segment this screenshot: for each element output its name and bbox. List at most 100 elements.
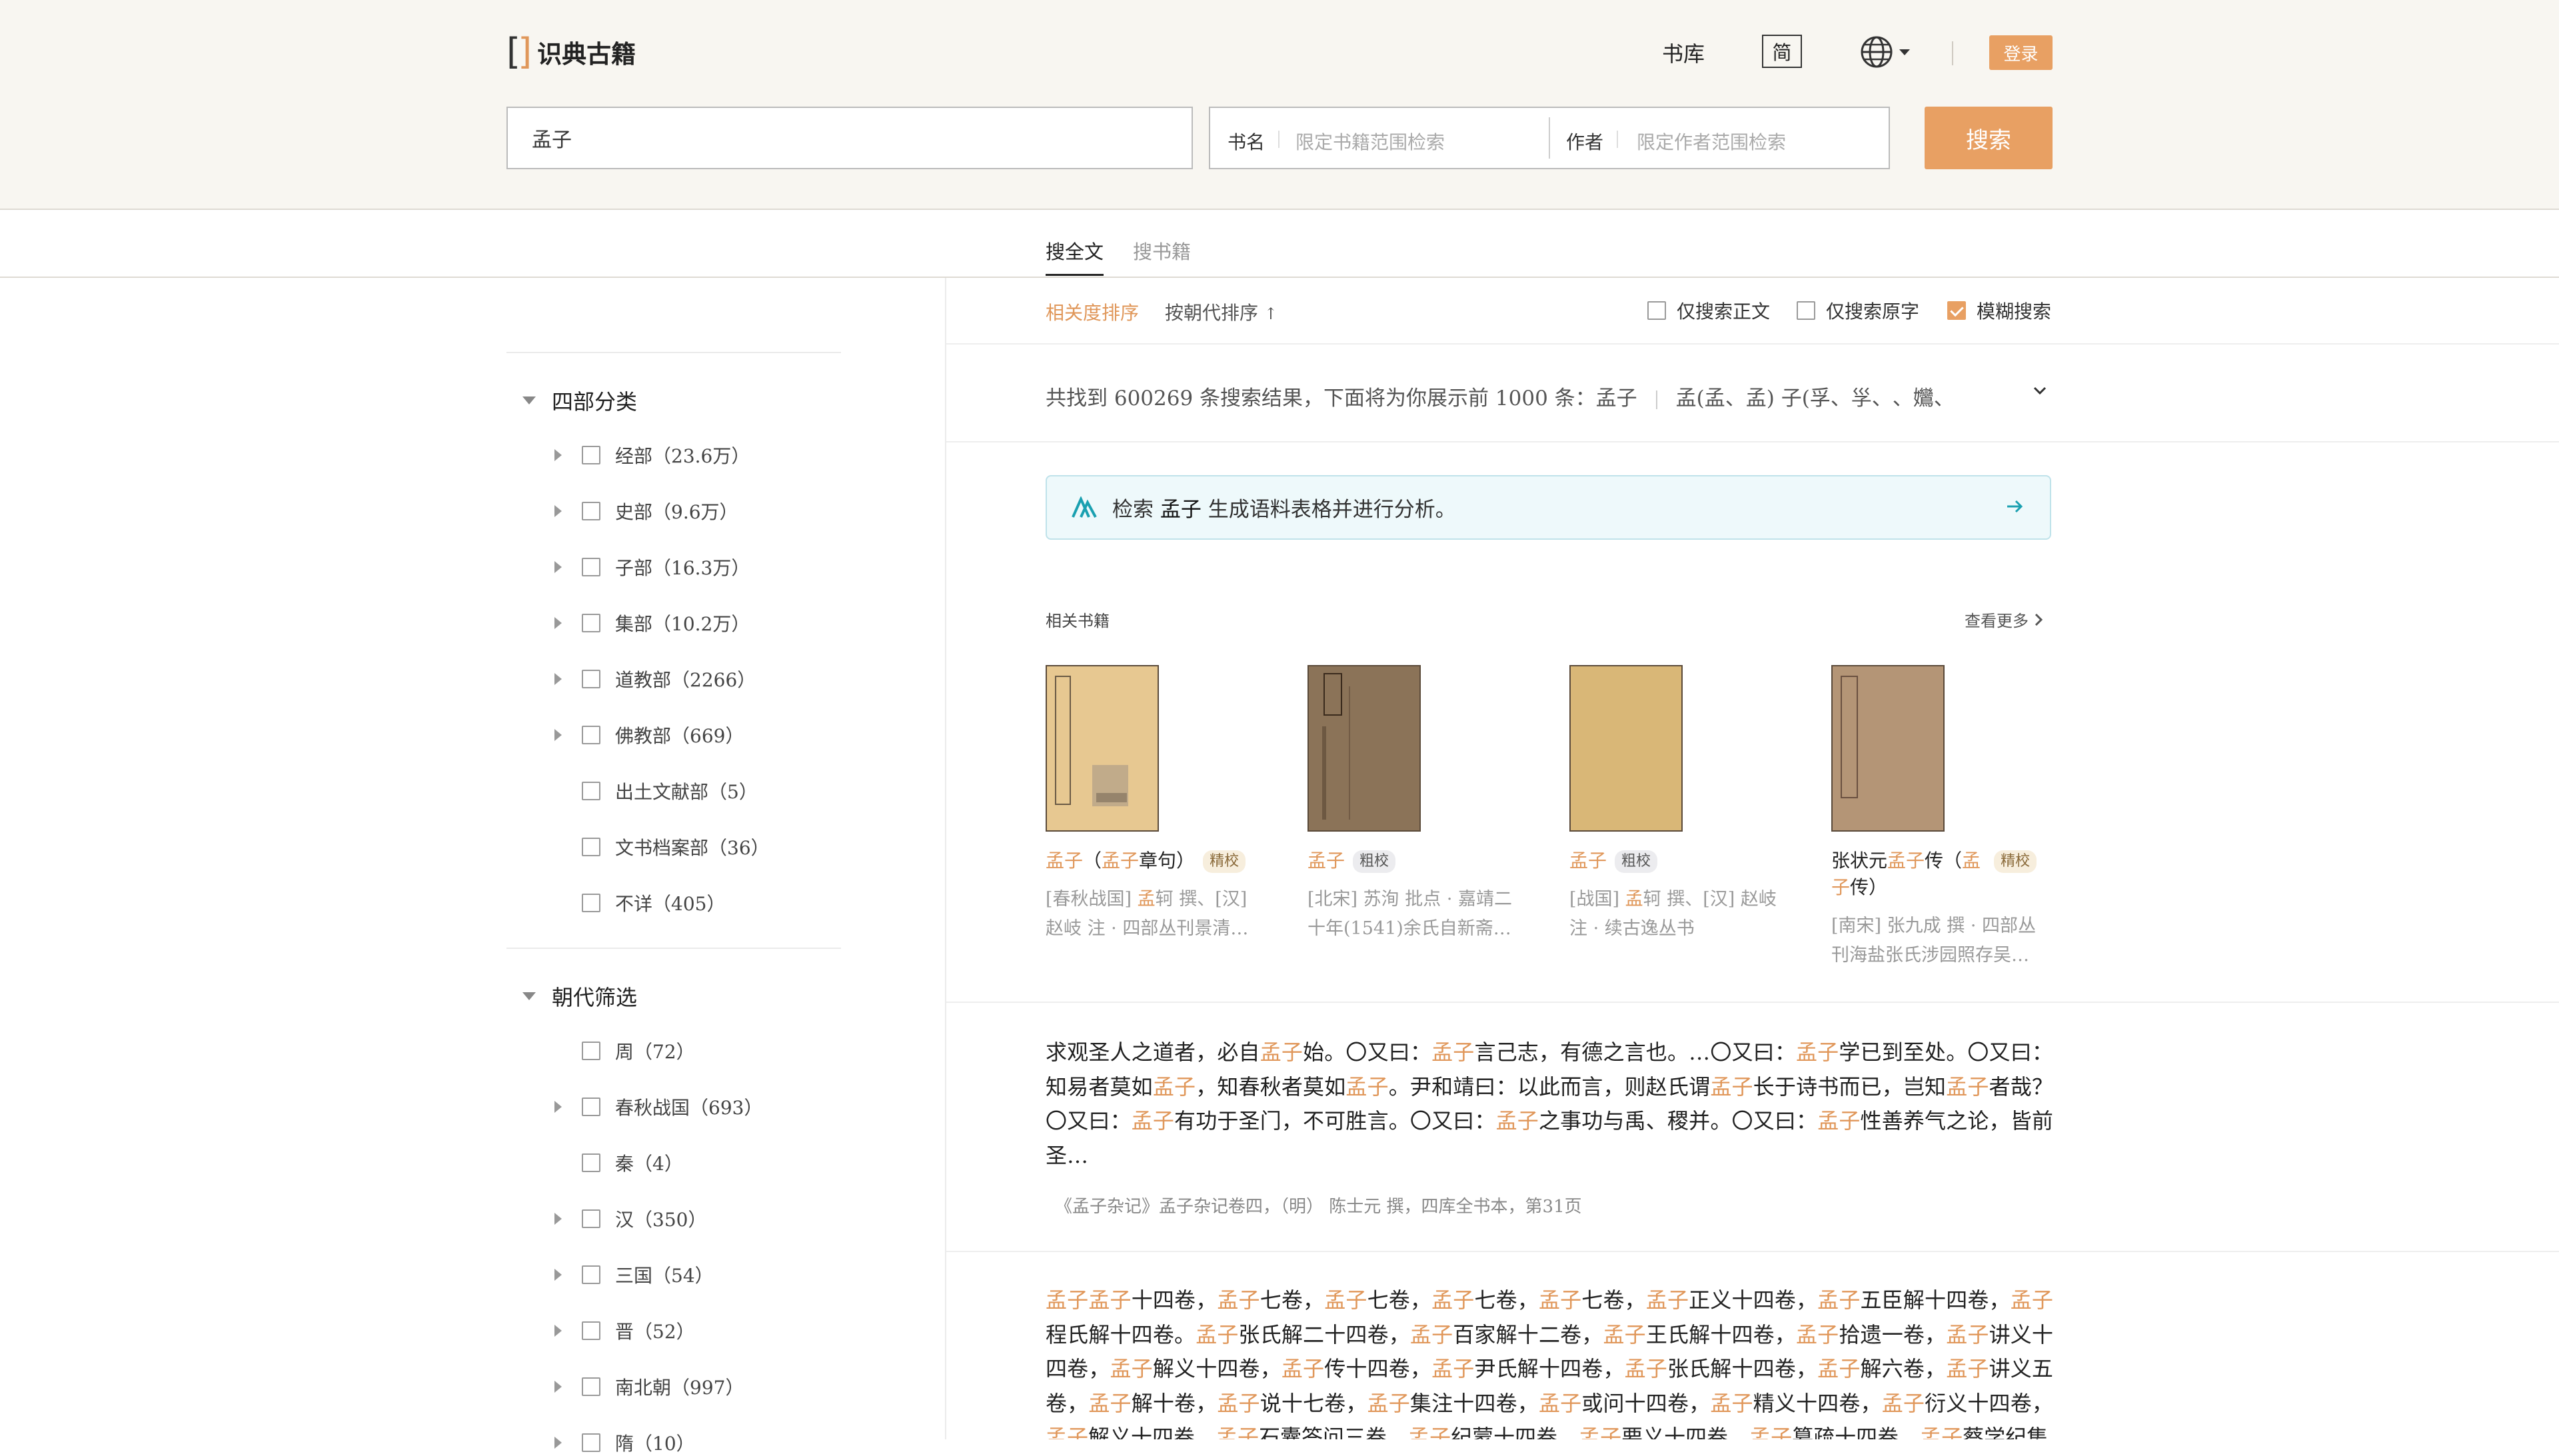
filter-item[interactable]: 史部（9.6万） — [554, 498, 738, 524]
checkbox[interactable] — [582, 1321, 600, 1340]
result-text-segment: 之事功与禹、稷并。〇又曰： — [1539, 1108, 1817, 1133]
filter-item[interactable]: 佛教部（669） — [554, 722, 744, 748]
expand-caret-icon[interactable] — [554, 1101, 562, 1113]
checkbox[interactable] — [582, 614, 600, 632]
keyword-highlight: 孟子 — [1281, 1356, 1324, 1381]
logo[interactable]: [] 识典古籍 — [506, 33, 636, 71]
search-input[interactable]: 孟子 — [506, 107, 1193, 169]
keyword-highlight: 孟子 — [1496, 1108, 1539, 1133]
expand-caret-icon[interactable] — [554, 1213, 562, 1225]
checkbox[interactable] — [1647, 301, 1666, 320]
checkbox[interactable] — [582, 1042, 600, 1060]
expand-caret-icon[interactable] — [554, 1325, 562, 1337]
expand-caret-icon[interactable] — [554, 449, 562, 461]
filter-item[interactable]: 南北朝（997） — [554, 1373, 744, 1400]
book-cover[interactable] — [1307, 665, 1421, 832]
filter-item[interactable]: 汉（350） — [554, 1205, 706, 1232]
expand-caret-icon[interactable] — [554, 561, 562, 573]
result-text-segment: 纪蒙十四卷， — [1451, 1425, 1579, 1439]
book-title[interactable]: 张状元孟子传（孟 精校 子传） — [1831, 848, 2055, 901]
book-cover[interactable] — [1569, 665, 1683, 832]
expand-caret-icon[interactable] — [554, 1269, 562, 1281]
expand-chevron-icon[interactable] — [2033, 385, 2047, 396]
checkbox[interactable] — [1797, 301, 1815, 320]
checkbox[interactable] — [582, 446, 600, 464]
sort-dynasty[interactable]: 按朝代排序 ↑ — [1165, 299, 1278, 325]
search-button[interactable]: 搜索 — [1925, 107, 2053, 169]
view-more-link[interactable]: 查看更多 — [1965, 608, 2043, 631]
filter-item-label: 秦（4） — [615, 1149, 683, 1176]
filter-item[interactable]: 晋（52） — [554, 1317, 695, 1344]
filter-item[interactable]: 春秋战国（693） — [554, 1093, 762, 1120]
checkbox[interactable] — [582, 894, 600, 912]
header-divider — [1952, 41, 1953, 65]
expand-caret-icon[interactable] — [554, 729, 562, 741]
book-title[interactable]: 孟子 粗校 — [1307, 848, 1395, 874]
checkbox[interactable] — [582, 726, 600, 744]
keyword-highlight: 孟子 — [2011, 1287, 2053, 1313]
keyword-highlight: 孟子 — [1217, 1287, 1260, 1313]
book-cover[interactable] — [1046, 665, 1159, 832]
checkbox[interactable] — [1947, 301, 1966, 320]
section-title-dynasty[interactable]: 朝代筛选 — [522, 981, 637, 1012]
checkbox[interactable] — [582, 782, 600, 800]
checkbox[interactable] — [582, 1209, 600, 1228]
search-result-text[interactable]: 求观圣人之道者，必自孟子始。〇又曰：孟子言己志，有德之言也。…〇又曰：孟子学已到… — [1046, 1036, 2053, 1173]
filter-item[interactable]: 集部（10.2万） — [554, 610, 750, 636]
expand-caret-icon[interactable] — [554, 673, 562, 685]
nav-library-link[interactable]: 书库 — [1662, 37, 1705, 68]
result-text-segment: 解十卷， — [1132, 1391, 1218, 1416]
filter-item[interactable]: 出土文献部（5） — [554, 778, 758, 804]
filter-item[interactable]: 秦（4） — [554, 1149, 683, 1176]
checkbox[interactable] — [582, 1153, 600, 1172]
filter-item[interactable]: 三国（54） — [554, 1261, 714, 1288]
scope-filter-box: 书名 限定书籍范围检索 作者 限定作者范围检索 — [1209, 107, 1890, 169]
ai-analysis-banner[interactable]: 检索 孟子 生成语料表格并进行分析。 — [1046, 475, 2051, 540]
sort-relevance[interactable]: 相关度排序 — [1046, 299, 1139, 325]
expand-caret-icon[interactable] — [554, 617, 562, 629]
book-title[interactable]: 孟子 粗校 — [1569, 848, 1657, 874]
filter-item[interactable]: 文书档案部（36） — [554, 834, 770, 860]
checkbox[interactable] — [582, 1265, 600, 1284]
checkbox[interactable] — [582, 558, 600, 576]
result-summary: 共找到 600269 条搜索结果，下面将为你展示前 1000 条：孟子 孟(孟、孟… — [1046, 381, 1955, 411]
result-text-segment: 十四卷， — [1132, 1287, 1218, 1313]
language-menu[interactable] — [1859, 35, 1911, 69]
expand-caret-icon[interactable] — [554, 1437, 562, 1449]
book-cover[interactable] — [1831, 665, 1945, 832]
filter-item-label: 晋（52） — [615, 1317, 695, 1344]
checkbox[interactable] — [582, 502, 600, 520]
option-body-only[interactable]: 仅搜索正文 — [1647, 297, 1770, 324]
filter-item[interactable]: 不详（405） — [554, 890, 725, 916]
option-original-char[interactable]: 仅搜索原字 — [1797, 297, 1919, 324]
tab-fulltext[interactable]: 搜全文 — [1046, 237, 1104, 265]
result-text-segment: 五臣解十四卷， — [1861, 1287, 2011, 1313]
script-toggle-button[interactable]: 简 — [1762, 35, 1802, 68]
login-button[interactable]: 登录 — [1989, 35, 2053, 70]
filter-item[interactable]: 周（72） — [554, 1038, 695, 1064]
filter-item[interactable]: 隋（10） — [554, 1429, 695, 1456]
search-result-text[interactable]: 孟子孟子十四卷，孟子七卷，孟子七卷，孟子七卷，孟子七卷，孟子正义十四卷，孟子五臣… — [1046, 1283, 2053, 1439]
book-filter-input[interactable]: 限定书籍范围检索 — [1295, 128, 1445, 155]
author-filter-input[interactable]: 限定作者范围检索 — [1637, 128, 1786, 155]
book-title[interactable]: 孟子（孟子章句） 精校 — [1046, 848, 1246, 874]
keyword-highlight: 孟子 — [1710, 1074, 1753, 1099]
result-text-segment: 求观圣人之道者，必自 — [1046, 1040, 1260, 1065]
section-title-classification[interactable]: 四部分类 — [522, 385, 637, 416]
option-label: 模糊搜索 — [1977, 297, 2051, 324]
ai-banner-text: 检索 孟子 生成语料表格并进行分析。 — [1112, 492, 1456, 522]
checkbox[interactable] — [582, 1377, 600, 1396]
filter-item[interactable]: 子部（16.3万） — [554, 554, 750, 580]
checkbox[interactable] — [582, 838, 600, 856]
expand-caret-icon[interactable] — [554, 1381, 562, 1393]
result-source[interactable]: 《孟子杂记》孟子杂记卷四，（明） 陈士元 撰，四库全书本，第31页 — [1055, 1193, 1582, 1217]
filter-item[interactable]: 经部（23.6万） — [554, 442, 750, 468]
option-fuzzy-search[interactable]: 模糊搜索 — [1947, 297, 2051, 324]
expand-caret-icon[interactable] — [554, 505, 562, 517]
checkbox[interactable] — [582, 1097, 600, 1116]
section-title-text: 四部分类 — [552, 385, 637, 416]
filter-item[interactable]: 道教部（2266） — [554, 666, 756, 692]
checkbox[interactable] — [582, 1433, 600, 1452]
tab-books[interactable]: 搜书籍 — [1133, 237, 1191, 265]
checkbox[interactable] — [582, 670, 600, 688]
